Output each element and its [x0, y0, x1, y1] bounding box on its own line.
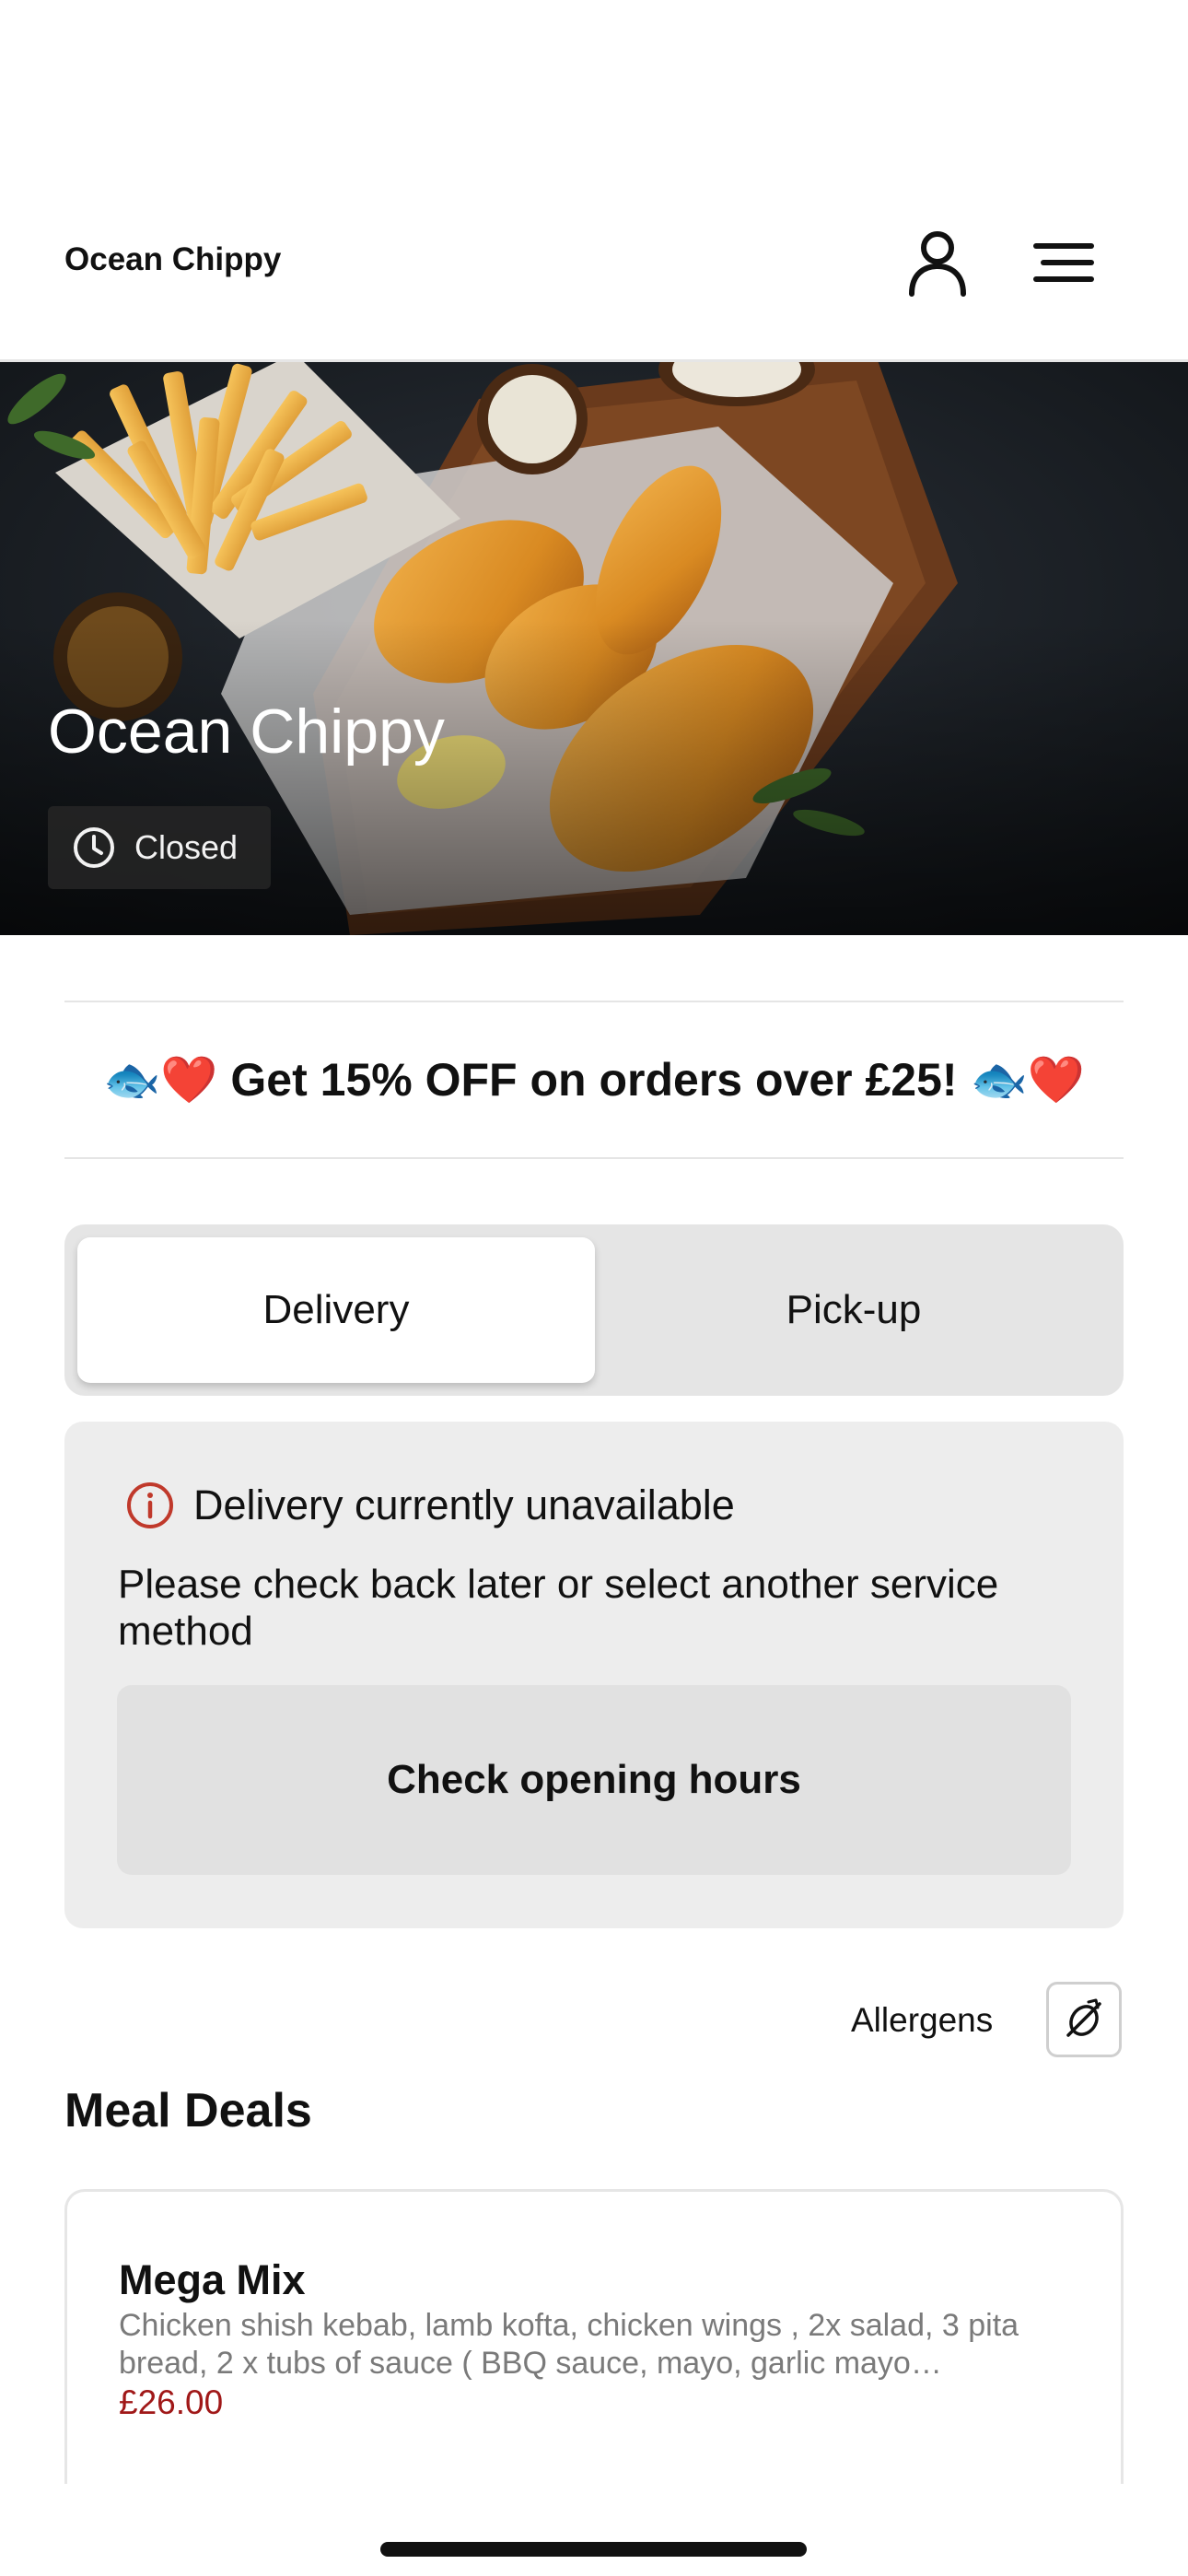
allergens-label[interactable]: Allergens — [851, 2001, 993, 2040]
status-badge: Closed — [48, 806, 271, 889]
notice-header: Delivery currently unavailable — [125, 1481, 735, 1530]
allergens-button[interactable] — [1046, 1982, 1122, 2057]
status-text: Closed — [134, 828, 239, 866]
check-opening-hours-button[interactable]: Check opening hours — [117, 1685, 1071, 1875]
info-icon — [127, 1482, 173, 1528]
promo-banner: 🐟❤️ Get 15% OFF on orders over £25! 🐟❤️ — [64, 1001, 1124, 1159]
user-icon — [909, 231, 966, 297]
section-title-meal-deals: Meal Deals — [64, 2084, 312, 2137]
hamburger-menu-icon — [1033, 243, 1094, 282]
menu-item-card[interactable]: Mega Mix Chicken shish kebab, lamb kofta… — [64, 2189, 1124, 2484]
delivery-option[interactable]: Delivery — [77, 1237, 595, 1383]
top-header: Ocean Chippy — [0, 0, 1188, 362]
account-button[interactable] — [901, 226, 974, 299]
delivery-unavailable-card: Delivery currently unavailable Please ch… — [64, 1422, 1124, 1928]
menu-button[interactable] — [1027, 230, 1101, 295]
item-name: Mega Mix — [119, 2256, 306, 2303]
clock-icon — [74, 827, 114, 868]
allergen-peanut-icon — [1066, 1998, 1101, 2037]
hero-banner: Ocean Chippy Closed — [0, 362, 1188, 935]
pickup-option[interactable]: Pick-up — [595, 1237, 1112, 1383]
home-indicator[interactable] — [380, 2542, 807, 2557]
brand-name[interactable]: Ocean Chippy — [64, 241, 281, 278]
promo-text: 🐟❤️ Get 15% OFF on orders over £25! 🐟❤️ — [103, 1053, 1085, 1106]
restaurant-title: Ocean Chippy — [48, 697, 445, 767]
item-price: £26.00 — [119, 2383, 224, 2421]
item-description: Chicken shish kebab, lamb kofta, chicken… — [119, 2308, 1019, 2381]
service-toggle: Delivery Pick-up — [64, 1224, 1124, 1396]
notice-body: Please check back later or select anothe… — [118, 1562, 999, 1654]
notice-title: Delivery currently unavailable — [193, 1481, 735, 1528]
